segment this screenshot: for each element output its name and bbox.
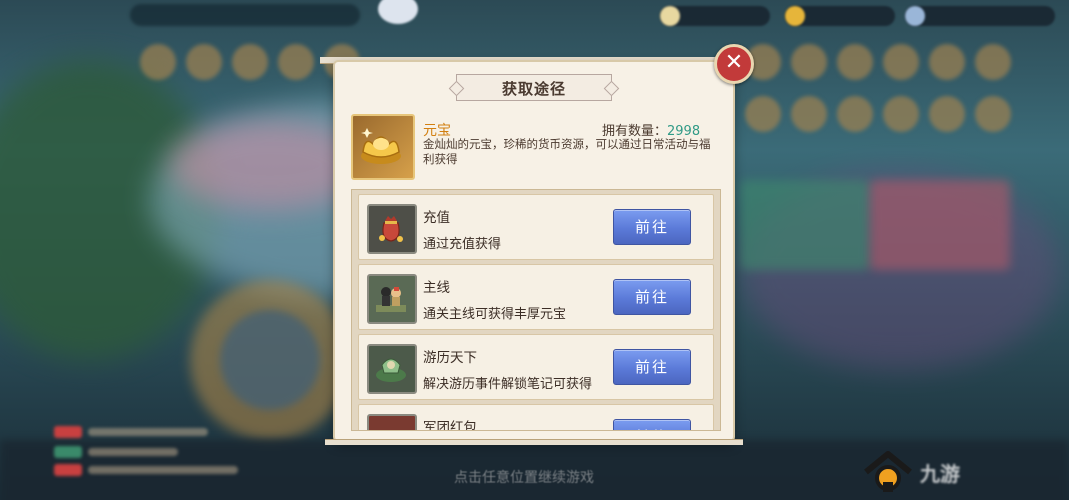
brand-watermark: 九游 bbox=[862, 450, 1062, 496]
brand-text: 九游 bbox=[920, 462, 960, 486]
source-title: 游历天下 bbox=[423, 350, 477, 366]
bg-avatar-icon bbox=[378, 0, 418, 24]
bg-event-card-red bbox=[870, 180, 1010, 270]
list-item-recharge: 充值 通过充值获得 前往 bbox=[358, 194, 714, 260]
list-item-legion-red-packet: 军团红包 前往 bbox=[358, 404, 714, 431]
bg-resource-bar-3 bbox=[905, 6, 1055, 26]
close-x-icon: ✕ bbox=[724, 50, 744, 75]
house-logo-icon bbox=[864, 451, 912, 492]
source-title: 主线 bbox=[423, 280, 450, 296]
bg-chat-box bbox=[48, 420, 308, 490]
money-bag-icon bbox=[367, 204, 417, 254]
bg-gem-icon bbox=[905, 6, 925, 26]
modal-bottom-trim bbox=[325, 439, 743, 445]
bg-second-icons-right bbox=[745, 96, 1011, 132]
red-packet-icon bbox=[367, 414, 417, 430]
item-description: 金灿灿的元宝，珍稀的货币资源，可以通过日常活动与福利获得 bbox=[423, 137, 711, 166]
go-button-legion-red-packet[interactable]: 前往 bbox=[613, 419, 691, 430]
acquire-methods-dialog: 获取途径 元宝 拥有数量：2998 金灿灿的元宝，珍稀的货币资源，可以通过日常活… bbox=[335, 62, 733, 440]
bg-ingot-icon bbox=[785, 6, 805, 26]
source-description: 通关主线可获得丰厚元宝 bbox=[423, 307, 567, 322]
source-description: 通过充值获得 bbox=[423, 237, 502, 252]
source-title: 军团红包 bbox=[423, 420, 477, 431]
bg-player-info bbox=[130, 4, 360, 26]
list-item-main-story: 主线 通关主线可获得丰厚元宝 前往 bbox=[358, 264, 714, 330]
close-button[interactable]: ✕ bbox=[714, 44, 754, 84]
gold-ingot-icon bbox=[351, 114, 415, 180]
continue-hint: 点击任意位置继续游戏 bbox=[454, 470, 594, 486]
list-item-travel: 游历天下 解决游历事件解锁笔记可获得 前往 bbox=[358, 334, 714, 400]
bg-coin-icon bbox=[660, 6, 680, 26]
source-title: 充值 bbox=[423, 210, 450, 226]
source-description: 解决游历事件解锁笔记可获得 bbox=[423, 377, 593, 392]
dialog-title-frame: 获取途径 bbox=[456, 74, 612, 101]
bg-event-card-green bbox=[740, 180, 870, 270]
go-button-travel[interactable]: 前往 bbox=[613, 349, 691, 385]
dialog-title: 获取途径 bbox=[501, 80, 566, 98]
travel-icon bbox=[367, 344, 417, 394]
bg-wheel-center bbox=[220, 310, 320, 410]
bg-top-icons-right bbox=[745, 44, 1011, 80]
go-button-recharge[interactable]: 前往 bbox=[613, 209, 691, 245]
main-story-icon bbox=[367, 274, 417, 324]
source-list[interactable]: 充值 通过充值获得 前往 主线 通关主线可获得丰厚元宝 前往 游历天下 解决游历… bbox=[351, 189, 721, 431]
go-button-main-story[interactable]: 前往 bbox=[613, 279, 691, 315]
